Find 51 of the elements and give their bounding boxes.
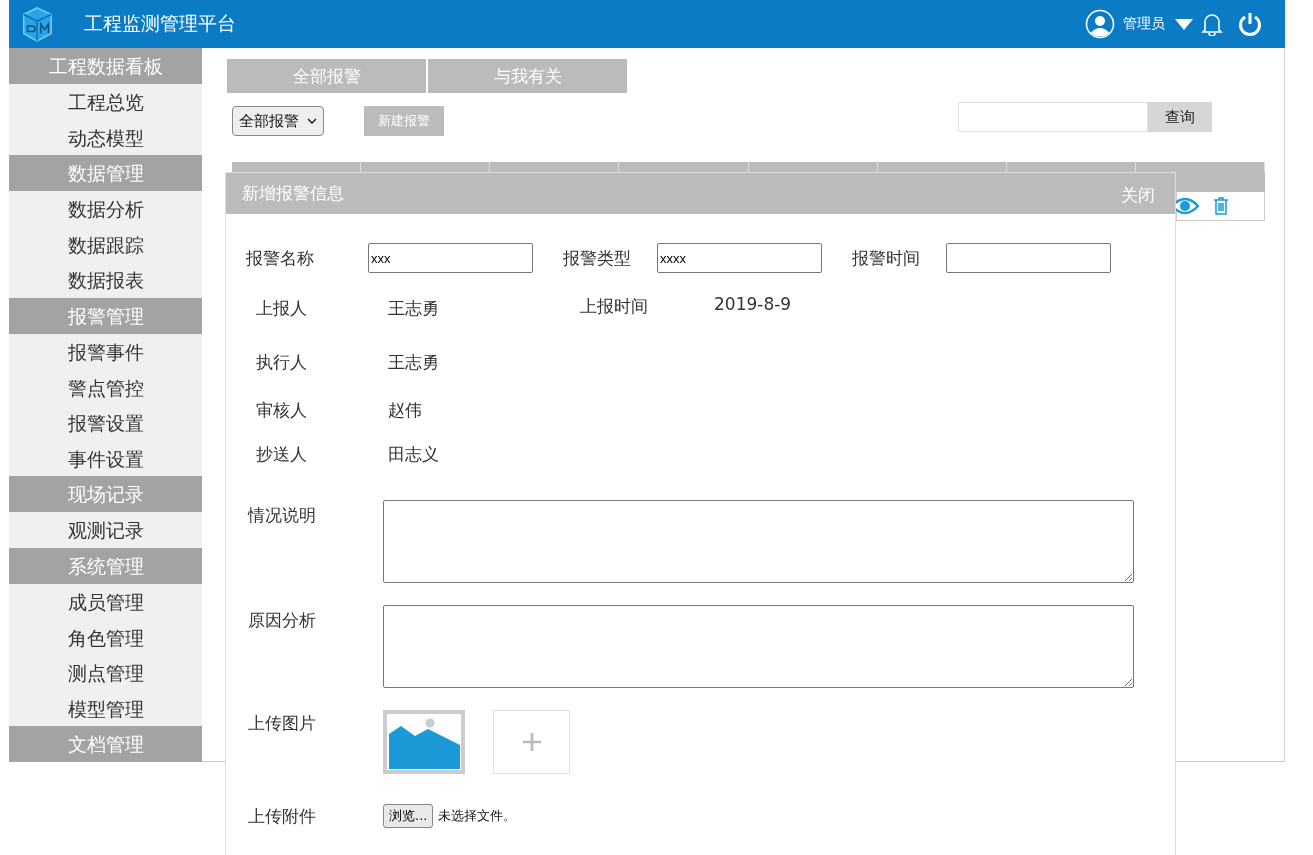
search-button[interactable]: 查询 — [1148, 102, 1212, 132]
field-label: 情况说明 — [246, 504, 317, 527]
sidebar-item[interactable]: 动态模型 — [9, 119, 202, 156]
modal-title: 新增报警信息 — [242, 182, 344, 205]
sidebar-item[interactable]: 测点管理 — [9, 655, 202, 691]
field-label: 上报时间 — [580, 294, 649, 318]
chevron-icon[interactable] — [307, 118, 317, 124]
user-name[interactable]: 管理员 — [1123, 15, 1165, 33]
sidebar-item[interactable]: 数据跟踪 — [9, 226, 202, 263]
sidebar-item[interactable]: 角色管理 — [9, 619, 202, 656]
field-value: 赵伟 — [388, 398, 423, 422]
caret-icon[interactable] — [1175, 18, 1193, 30]
file-status: 未选择文件。 — [438, 807, 517, 825]
sidebar-item[interactable]: 数据报表 — [9, 262, 202, 298]
field-label: 上报人 — [255, 296, 308, 320]
sidebar-item[interactable]: 事件设置 — [9, 440, 202, 477]
image-icon — [383, 710, 465, 774]
field-label: 原因分析 — [247, 609, 317, 632]
sidebar-item[interactable]: 报警事件 — [9, 333, 202, 370]
avatar-icon[interactable] — [1085, 9, 1115, 39]
field-label: 上传图片 — [247, 712, 317, 735]
text-area[interactable] — [383, 500, 1134, 583]
app-title: 工程监测管理平台 — [84, 11, 236, 36]
search-field[interactable] — [958, 102, 1148, 132]
sidebar-item[interactable]: 警点管控 — [9, 369, 202, 406]
sidebar-item[interactable]: 观测记录 — [9, 512, 202, 548]
text-field[interactable]: xxx — [368, 243, 533, 273]
bell-icon[interactable] — [1201, 12, 1223, 36]
text-field[interactable] — [946, 243, 1111, 273]
field-label: 抄送人 — [255, 442, 308, 466]
sidebar-item[interactable]: 成员管理 — [9, 583, 202, 620]
sidebar-item[interactable]: 模型管理 — [9, 690, 202, 727]
field-label: 上传附件 — [247, 804, 317, 828]
field-label: 报警名称 — [245, 246, 315, 270]
field-value: 田志义 — [388, 442, 440, 466]
field-value: 王志勇 — [388, 296, 440, 320]
text-field[interactable]: xxxx — [657, 243, 822, 273]
field-label: 报警时间 — [851, 246, 921, 270]
power-icon[interactable] — [1237, 11, 1263, 37]
field-value: 2019-8-9 — [714, 294, 793, 314]
sidebar-item[interactable]: 报警设置 — [9, 405, 202, 441]
field-value: 王志勇 — [388, 350, 440, 374]
field-label: 报警类型 — [562, 246, 632, 270]
field-label: 执行人 — [255, 350, 308, 374]
sidebar-item[interactable]: 工程总览 — [9, 84, 202, 120]
field-label: 审核人 — [255, 398, 308, 422]
browse-button[interactable]: 浏览... — [383, 804, 434, 828]
text-area[interactable] — [383, 605, 1134, 688]
sidebar-item[interactable]: 数据分析 — [9, 191, 202, 227]
filter-dropdown[interactable]: 全部报警 — [232, 106, 324, 136]
trash-icon[interactable] — [1213, 196, 1229, 216]
